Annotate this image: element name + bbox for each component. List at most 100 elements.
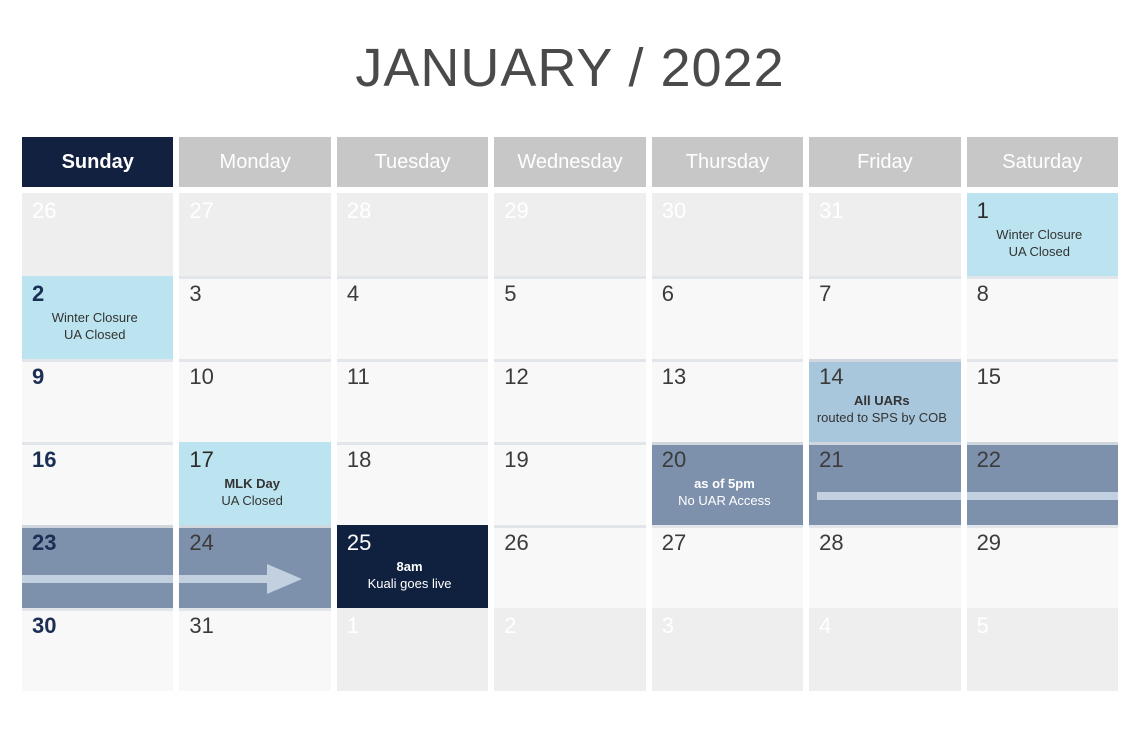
day-number: 9: [32, 364, 45, 389]
day-cell[interactable]: 3: [179, 276, 331, 359]
day-cell[interactable]: 26: [22, 193, 174, 276]
day-number: 31: [819, 198, 844, 223]
day-cell[interactable]: 31: [809, 193, 961, 276]
day-number: 1: [346, 613, 360, 638]
day-note-line: UA Closed: [221, 493, 283, 508]
day-cell[interactable]: 4: [336, 276, 489, 359]
day-note: 8am Kuali goes live: [337, 558, 482, 592]
day-number: 1: [976, 198, 989, 223]
day-cell[interactable]: 27: [651, 525, 804, 608]
day-note-line: 8am: [396, 559, 423, 574]
day-note-line: No UAR Access: [678, 493, 771, 508]
day-number: 4: [819, 613, 832, 638]
day-cell[interactable]: 28: [809, 525, 961, 608]
day-number: 22: [976, 447, 1002, 472]
day-number: 24: [189, 530, 214, 555]
day-cell[interactable]: 14 All UARs routed to SPS by COB: [809, 359, 961, 442]
day-cell[interactable]: 24: [179, 525, 331, 608]
day-number: 28: [346, 198, 372, 223]
day-number: 27: [661, 530, 687, 555]
day-number: 11: [346, 364, 370, 389]
page-title: JANUARY / 2022: [355, 38, 785, 98]
day-number: 4: [346, 281, 360, 306]
timeline-bar: [966, 492, 1118, 500]
day-cell[interactable]: 30: [651, 193, 804, 276]
day-cell[interactable]: 31: [179, 608, 331, 691]
day-cell[interactable]: 1: [336, 608, 489, 691]
arrow-head: [267, 564, 303, 594]
day-number: 20: [661, 447, 687, 472]
day-note: Winter Closure UA Closed: [22, 309, 167, 343]
day-cell[interactable]: 1 Winter Closure UA Closed: [966, 193, 1118, 276]
day-cell[interactable]: 4: [809, 608, 961, 691]
day-number: 6: [661, 281, 674, 306]
day-number: 31: [189, 613, 214, 638]
day-note: All UARs routed to SPS by COB: [809, 392, 954, 426]
day-note-line: routed to SPS by COB: [816, 410, 947, 425]
day-note: Winter Closure UA Closed: [967, 226, 1112, 260]
day-number: 30: [32, 613, 57, 638]
weekday-header-tuesday: Tuesday: [336, 137, 489, 187]
day-cell[interactable]: 28: [336, 193, 489, 276]
day-cell[interactable]: 10: [179, 359, 331, 442]
weekday-header-monday: Monday: [179, 137, 331, 187]
day-number: 19: [504, 447, 529, 472]
day-cell[interactable]: 6: [651, 276, 804, 359]
day-cell[interactable]: 13: [651, 359, 804, 442]
day-note-line: UA Closed: [1008, 244, 1070, 259]
day-cell[interactable]: 22: [966, 442, 1118, 525]
day-number: 13: [661, 364, 687, 389]
day-number: 29: [976, 530, 1002, 555]
arrow-shaft: [179, 575, 272, 583]
day-cell[interactable]: 16: [22, 442, 174, 525]
day-cell[interactable]: 18: [336, 442, 489, 525]
timeline-arrow-icon: [179, 564, 330, 594]
day-cell[interactable]: 19: [494, 442, 646, 525]
day-cell[interactable]: 5: [966, 608, 1118, 691]
day-note-line: MLK Day: [224, 476, 280, 491]
day-cell[interactable]: 25 8am Kuali goes live: [336, 525, 489, 608]
day-number: 25: [346, 530, 372, 555]
day-number: 3: [661, 613, 674, 638]
day-cell[interactable]: 11: [336, 359, 489, 442]
day-cell[interactable]: 3: [651, 608, 804, 691]
day-cell[interactable]: 15: [966, 359, 1118, 442]
day-number: 26: [32, 198, 57, 223]
day-number: 5: [976, 613, 989, 638]
day-number: 5: [504, 281, 517, 306]
day-number: 18: [346, 447, 372, 472]
day-number: 14: [819, 364, 844, 389]
day-cell[interactable]: 20 as of 5pm No UAR Access: [651, 442, 804, 525]
day-cell[interactable]: 29: [966, 525, 1118, 608]
day-number: 15: [976, 364, 1002, 389]
day-cell[interactable]: 21: [809, 442, 961, 525]
day-number: 3: [189, 281, 202, 306]
day-note-line: All UARs: [854, 393, 910, 408]
weekday-header-saturday: Saturday: [966, 137, 1118, 187]
day-number: 10: [189, 364, 214, 389]
day-cell[interactable]: 9: [22, 359, 174, 442]
day-note: MLK Day UA Closed: [179, 475, 324, 509]
day-cell[interactable]: 2: [494, 608, 646, 691]
day-cell[interactable]: 17 MLK Day UA Closed: [179, 442, 331, 525]
day-cell[interactable]: 29: [494, 193, 646, 276]
day-cell[interactable]: 2 Winter Closure UA Closed: [22, 276, 174, 359]
day-cell[interactable]: 7: [809, 276, 961, 359]
day-cell[interactable]: 8: [966, 276, 1118, 359]
calendar-page: JANUARY / 2022 Sunday Monday Tuesday Wednes…: [0, 0, 1140, 749]
day-cell[interactable]: 23: [22, 525, 174, 608]
day-cell[interactable]: 26: [494, 525, 646, 608]
day-number: 26: [504, 530, 529, 555]
timeline-bar: [22, 575, 174, 583]
day-note: as of 5pm No UAR Access: [652, 475, 797, 509]
day-number: 17: [189, 447, 214, 472]
day-cell[interactable]: 27: [179, 193, 331, 276]
day-number: 30: [661, 198, 687, 223]
day-cell[interactable]: 12: [494, 359, 646, 442]
day-number: 23: [32, 530, 57, 555]
day-cell[interactable]: 30: [22, 608, 174, 691]
day-cell[interactable]: 5: [494, 276, 646, 359]
day-number: 29: [504, 198, 529, 223]
weekday-header-wednesday: Wednesday: [494, 137, 646, 187]
day-number: 8: [976, 281, 989, 306]
